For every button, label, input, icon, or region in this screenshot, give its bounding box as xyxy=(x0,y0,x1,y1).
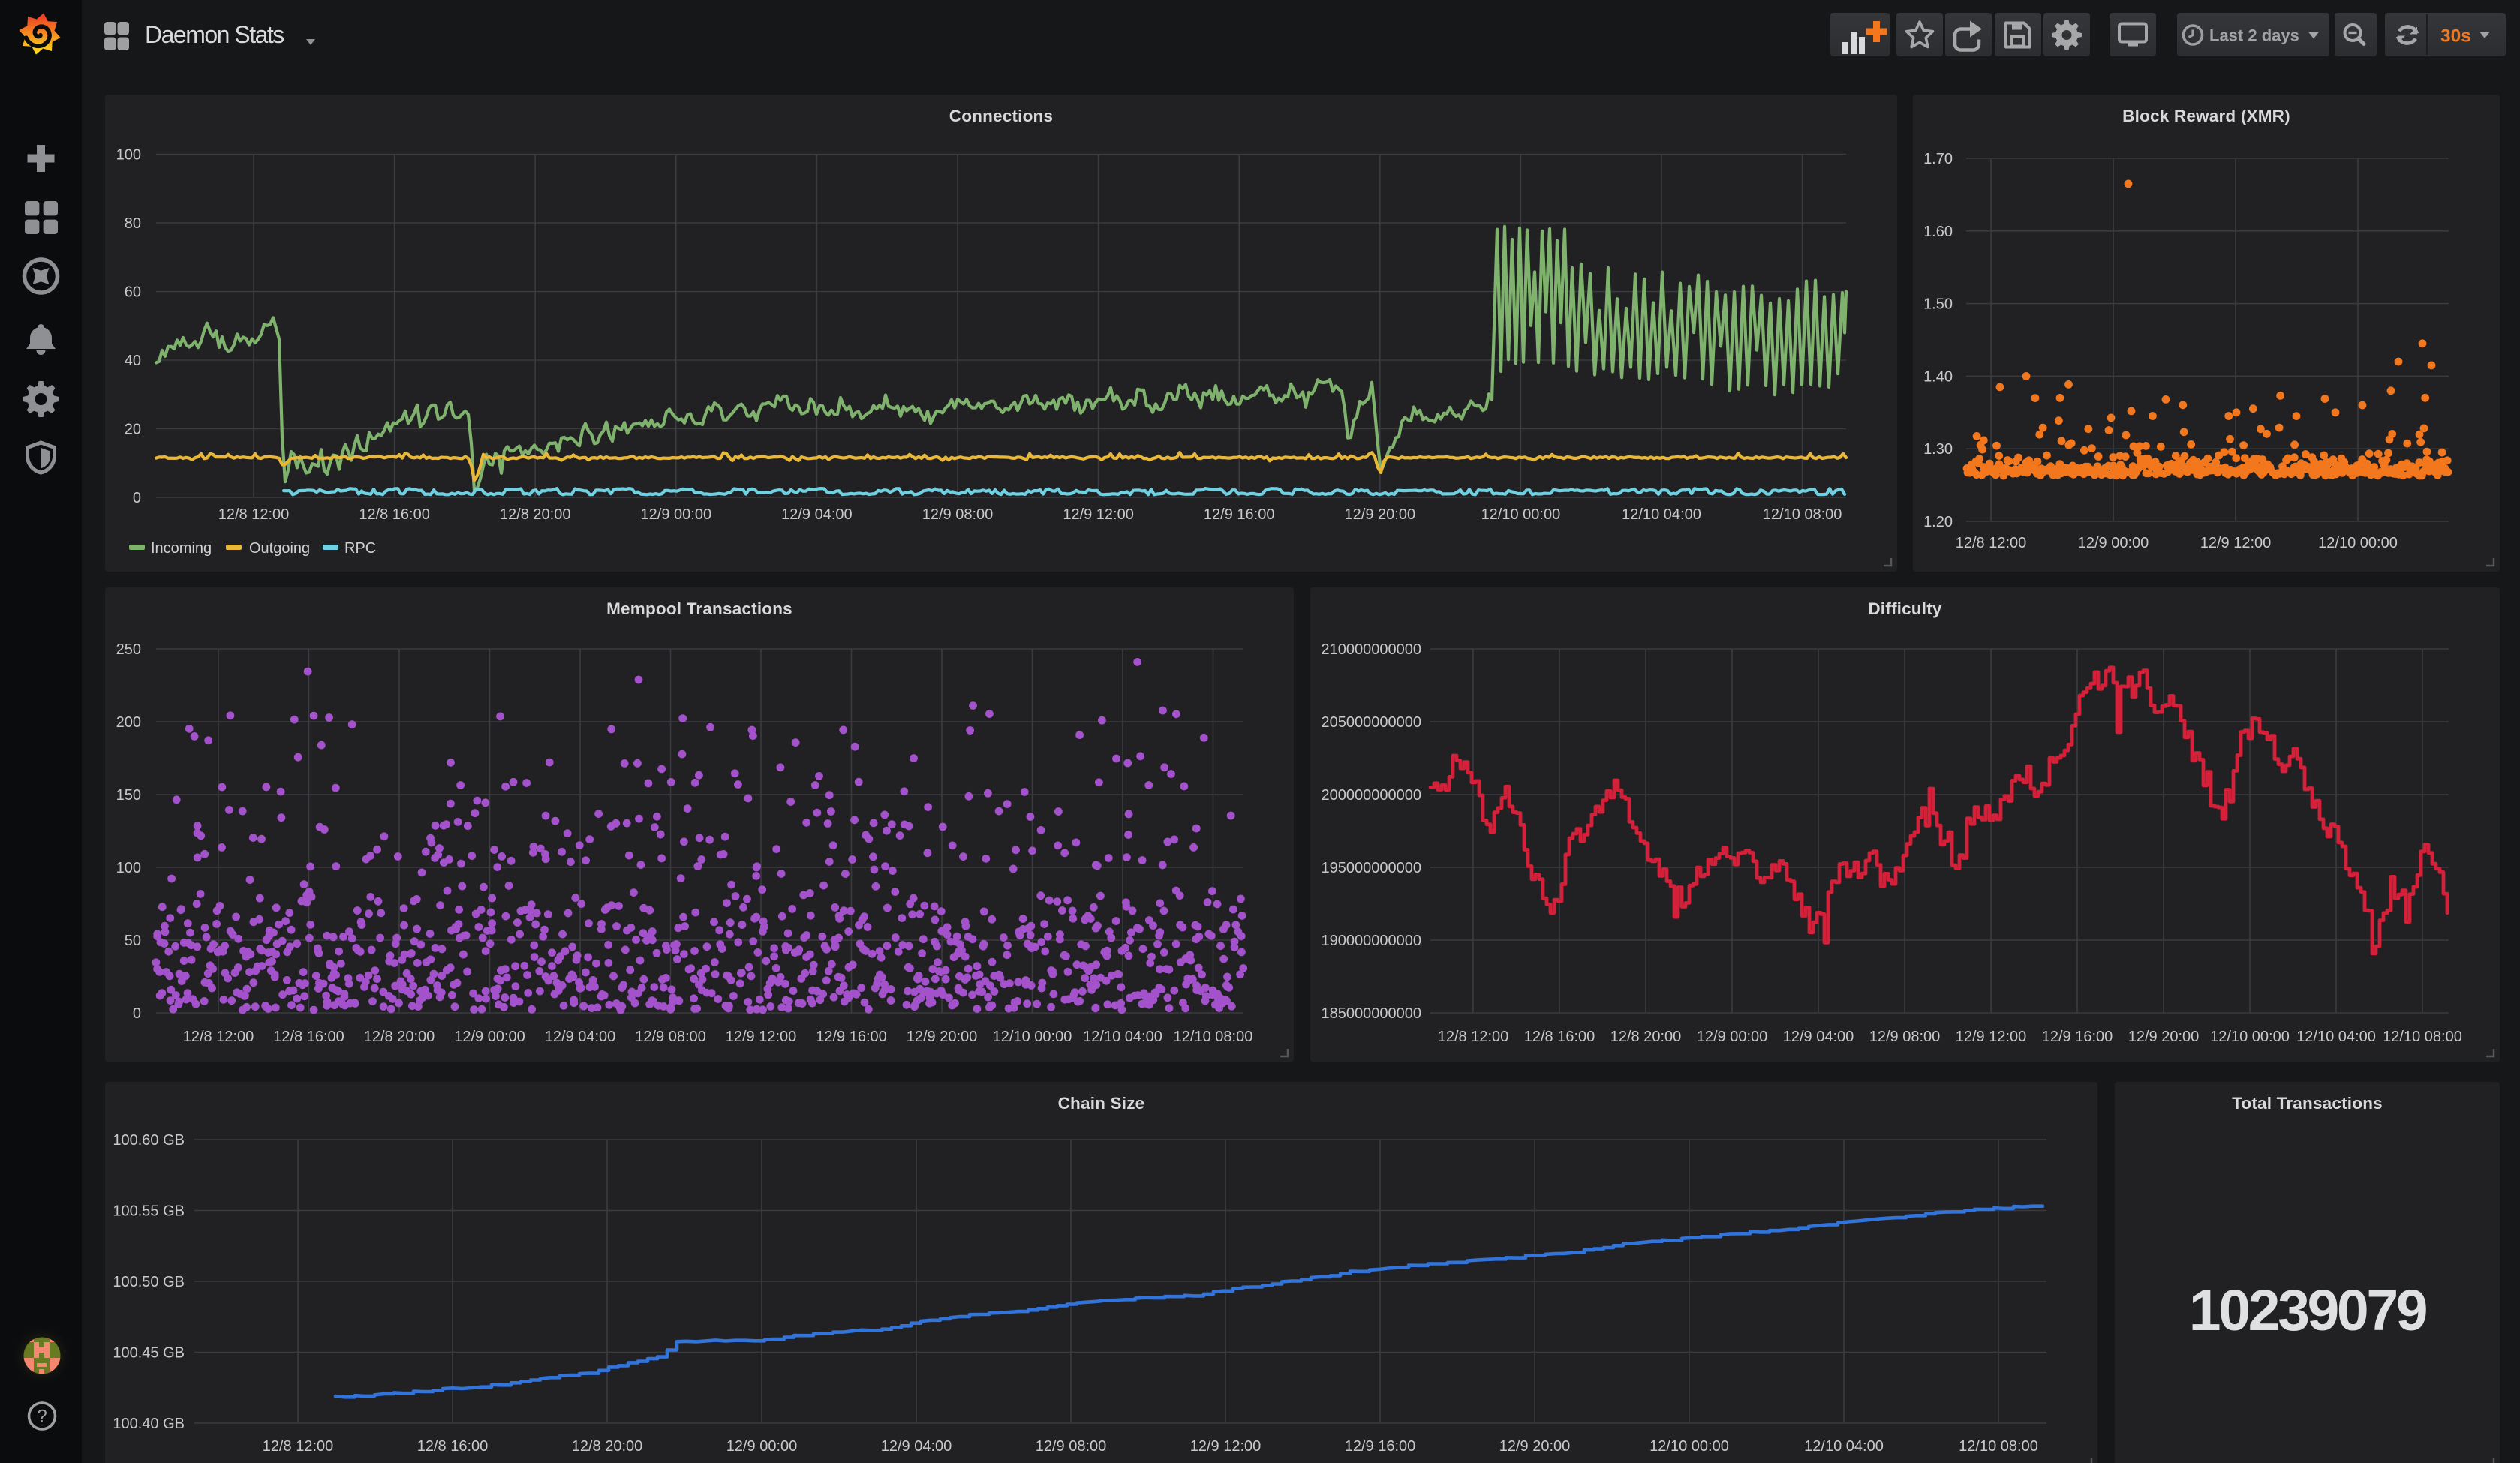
svg-text:100.45 GB: 100.45 GB xyxy=(113,1345,185,1362)
svg-text:12/9 16:00: 12/9 16:00 xyxy=(2042,1029,2113,1045)
svg-text:12/9 04:00: 12/9 04:00 xyxy=(881,1438,952,1455)
svg-text:12/10 04:00: 12/10 04:00 xyxy=(1083,1029,1162,1045)
svg-text:12/8 20:00: 12/8 20:00 xyxy=(500,506,571,523)
svg-text:210000000000: 210000000000 xyxy=(1322,641,1421,658)
svg-text:12/10 00:00: 12/10 00:00 xyxy=(2318,535,2398,551)
svg-text:12/10 00:00: 12/10 00:00 xyxy=(1649,1438,1729,1455)
svg-text:Incoming: Incoming xyxy=(151,540,212,557)
svg-text:12/8 20:00: 12/8 20:00 xyxy=(364,1029,435,1045)
svg-text:12/8 12:00: 12/8 12:00 xyxy=(263,1438,334,1455)
svg-text:?: ? xyxy=(37,1407,47,1427)
svg-text:RPC: RPC xyxy=(344,540,376,557)
svg-text:1.60: 1.60 xyxy=(1923,224,1953,240)
svg-text:40: 40 xyxy=(125,353,141,369)
svg-text:12/10 00:00: 12/10 00:00 xyxy=(2210,1029,2290,1045)
svg-text:12/9 00:00: 12/9 00:00 xyxy=(1697,1029,1768,1045)
svg-text:250: 250 xyxy=(116,641,141,658)
svg-text:12/9 12:00: 12/9 12:00 xyxy=(1190,1438,1262,1455)
svg-text:12/10 04:00: 12/10 04:00 xyxy=(1804,1438,1884,1455)
svg-text:1.50: 1.50 xyxy=(1923,296,1953,313)
svg-text:12/9 12:00: 12/9 12:00 xyxy=(1956,1029,2027,1045)
svg-text:150: 150 xyxy=(116,787,141,804)
svg-text:12/10 00:00: 12/10 00:00 xyxy=(993,1029,1072,1045)
svg-text:12/9 08:00: 12/9 08:00 xyxy=(922,506,994,523)
svg-text:80: 80 xyxy=(125,215,141,232)
svg-text:12/10 04:00: 12/10 04:00 xyxy=(2296,1029,2376,1045)
svg-text:12/9 08:00: 12/9 08:00 xyxy=(635,1029,706,1045)
svg-text:12/10 08:00: 12/10 08:00 xyxy=(2383,1029,2462,1045)
svg-text:0: 0 xyxy=(133,490,141,506)
svg-text:12/9 12:00: 12/9 12:00 xyxy=(726,1029,797,1045)
svg-text:12/8 16:00: 12/8 16:00 xyxy=(273,1029,344,1045)
svg-text:12/9 20:00: 12/9 20:00 xyxy=(1345,506,1416,523)
svg-text:12/8 12:00: 12/8 12:00 xyxy=(1438,1029,1509,1045)
svg-text:100: 100 xyxy=(116,860,141,876)
svg-text:12/10 08:00: 12/10 08:00 xyxy=(1174,1029,1253,1045)
svg-text:12/8 12:00: 12/8 12:00 xyxy=(183,1029,254,1045)
svg-text:12/9 04:00: 12/9 04:00 xyxy=(781,506,853,523)
svg-text:12/9 00:00: 12/9 00:00 xyxy=(641,506,712,523)
svg-text:12/8 20:00: 12/8 20:00 xyxy=(572,1438,643,1455)
svg-text:12/9 20:00: 12/9 20:00 xyxy=(1499,1438,1571,1455)
svg-text:12/9 12:00: 12/9 12:00 xyxy=(1063,506,1134,523)
svg-text:200: 200 xyxy=(116,714,141,731)
svg-text:12/10 04:00: 12/10 04:00 xyxy=(1622,506,1701,523)
svg-text:12/8 16:00: 12/8 16:00 xyxy=(417,1438,489,1455)
svg-text:1.40: 1.40 xyxy=(1923,368,1953,385)
svg-text:12/9 04:00: 12/9 04:00 xyxy=(1783,1029,1854,1045)
svg-text:12/8 12:00: 12/8 12:00 xyxy=(1956,535,2027,551)
svg-text:60: 60 xyxy=(125,284,141,301)
svg-text:12/8 16:00: 12/8 16:00 xyxy=(1524,1029,1595,1045)
svg-text:100.40 GB: 100.40 GB xyxy=(113,1416,185,1432)
svg-text:12/9 08:00: 12/9 08:00 xyxy=(1869,1029,1941,1045)
svg-text:12/9 16:00: 12/9 16:00 xyxy=(1345,1438,1416,1455)
svg-text:1.20: 1.20 xyxy=(1923,514,1953,530)
svg-text:12/10 00:00: 12/10 00:00 xyxy=(1481,506,1561,523)
svg-text:190000000000: 190000000000 xyxy=(1322,933,1421,949)
svg-text:20: 20 xyxy=(125,422,141,438)
svg-text:Outgoing: Outgoing xyxy=(249,540,310,557)
svg-text:12/9 16:00: 12/9 16:00 xyxy=(816,1029,887,1045)
svg-text:1.30: 1.30 xyxy=(1923,441,1953,458)
svg-text:12/9 00:00: 12/9 00:00 xyxy=(2078,535,2149,551)
svg-text:12/10 08:00: 12/10 08:00 xyxy=(1763,506,1842,523)
svg-text:1.70: 1.70 xyxy=(1923,151,1953,167)
svg-text:100.55 GB: 100.55 GB xyxy=(113,1203,185,1220)
svg-text:12/9 08:00: 12/9 08:00 xyxy=(1036,1438,1107,1455)
svg-text:205000000000: 205000000000 xyxy=(1322,714,1421,731)
svg-text:12/9 00:00: 12/9 00:00 xyxy=(726,1438,798,1455)
svg-text:100.50 GB: 100.50 GB xyxy=(113,1274,185,1290)
svg-text:12/9 20:00: 12/9 20:00 xyxy=(2128,1029,2200,1045)
svg-text:12/9 00:00: 12/9 00:00 xyxy=(454,1029,525,1045)
svg-text:12/8 16:00: 12/8 16:00 xyxy=(359,506,430,523)
svg-text:200000000000: 200000000000 xyxy=(1322,787,1421,804)
svg-text:12/9 12:00: 12/9 12:00 xyxy=(2200,535,2272,551)
svg-text:12/9 04:00: 12/9 04:00 xyxy=(545,1029,616,1045)
svg-text:Last 2 days: Last 2 days xyxy=(2209,26,2299,45)
svg-text:185000000000: 185000000000 xyxy=(1322,1005,1421,1022)
svg-text:12/9 16:00: 12/9 16:00 xyxy=(1204,506,1275,523)
svg-text:50: 50 xyxy=(125,933,141,949)
svg-text:195000000000: 195000000000 xyxy=(1322,860,1421,876)
svg-text:0: 0 xyxy=(133,1005,141,1022)
svg-text:30s: 30s xyxy=(2440,26,2471,47)
svg-text:12/8 12:00: 12/8 12:00 xyxy=(218,506,290,523)
svg-text:12/10 08:00: 12/10 08:00 xyxy=(1959,1438,2038,1455)
svg-text:100.60 GB: 100.60 GB xyxy=(113,1132,185,1149)
svg-text:12/9 20:00: 12/9 20:00 xyxy=(907,1029,978,1045)
svg-text:12/8 20:00: 12/8 20:00 xyxy=(1610,1029,1682,1045)
svg-text:100: 100 xyxy=(116,147,141,164)
